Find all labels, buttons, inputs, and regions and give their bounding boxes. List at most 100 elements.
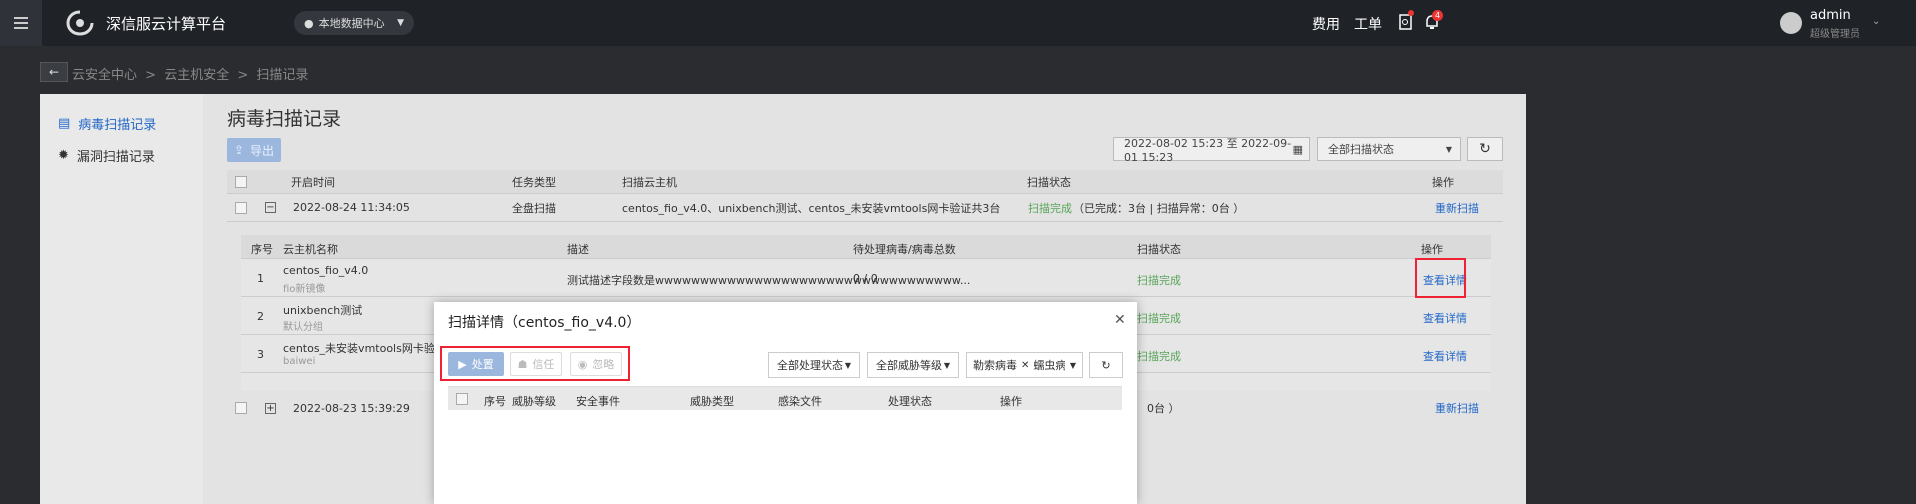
row-host-sub: fio新镜像 xyxy=(283,284,326,295)
sub-table-header: 序号 云主机名称 描述 待处理病毒/病毒总数 扫描状态 操作 xyxy=(241,235,1491,259)
col-header: 操作 xyxy=(1000,395,1022,408)
chevron-down-icon: ▼ xyxy=(1445,144,1452,154)
chevron-down-icon: ▼ xyxy=(397,18,404,28)
date-range-value: 2022-08-02 15:23 至 2022-09-01 15:23 xyxy=(1124,136,1292,164)
chevron-down-icon: ▼ xyxy=(844,360,851,370)
avatar[interactable] xyxy=(1780,12,1802,34)
rescan-link[interactable]: 重新扫描 xyxy=(1435,400,1479,416)
document-icon: ▤ xyxy=(58,115,71,131)
col-header: 扫描状态 xyxy=(1027,175,1071,189)
virus-tag: 蠕虫病毒 xyxy=(1033,359,1066,372)
export-label: 导出 xyxy=(250,143,275,158)
datacenter-select[interactable]: ● 本地数据中心 ▼ xyxy=(294,11,414,35)
dispose-button[interactable]: ▶ 处置 xyxy=(448,352,504,376)
scan-status-value: 全部扫描状态 xyxy=(1328,143,1394,156)
breadcrumb-item[interactable]: 云安全中心 xyxy=(72,68,137,83)
col-header: 任务类型 xyxy=(512,175,556,189)
process-status-select[interactable]: 全部处理状态 ▼ xyxy=(768,352,860,378)
select-all-checkbox[interactable] xyxy=(456,393,468,405)
sidebar-item-label: 病毒扫描记录 xyxy=(78,117,157,133)
select-all-checkbox[interactable] xyxy=(235,175,247,188)
highlight-box xyxy=(1415,258,1466,298)
refresh-icon: ↻ xyxy=(1101,358,1111,372)
virus-type-select[interactable]: 勒索病毒 ✕ 蠕虫病毒 ▼ xyxy=(966,352,1083,378)
view-detail-link[interactable]: 查看详情 xyxy=(1423,310,1467,326)
row-host-name: unixbench测试 xyxy=(283,304,363,317)
datacenter-label: 本地数据中心 xyxy=(318,17,385,30)
modal-title: 扫描详情（centos_fio_v4.0） xyxy=(448,315,641,331)
arrow-left-icon: ← xyxy=(48,65,60,79)
breadcrumb-sep: > xyxy=(237,68,249,83)
virus-tag: 勒索病毒 xyxy=(973,359,1017,372)
ticket-link[interactable]: 工单 xyxy=(1354,14,1382,34)
row-host-name: centos_fio_v4.0 xyxy=(283,264,369,277)
scan-status-select[interactable]: 全部扫描状态 ▼ xyxy=(1317,137,1461,161)
bug-icon: ✹ xyxy=(58,147,69,163)
col-header: 操作 xyxy=(1421,243,1443,256)
row-status: 扫描完成 xyxy=(1137,312,1181,325)
collapse-icon[interactable]: − xyxy=(265,202,276,213)
row-status: 扫描完成 xyxy=(1137,350,1181,363)
notification-badge: 4 xyxy=(1432,10,1444,21)
breadcrumb-sep: > xyxy=(145,68,157,83)
breadcrumb-item[interactable]: 云主机安全 xyxy=(164,68,229,83)
close-icon[interactable]: ✕ xyxy=(1114,312,1126,328)
row-no: 1 xyxy=(257,272,264,285)
col-header: 威胁类型 xyxy=(690,395,734,408)
col-header: 处理状态 xyxy=(888,395,932,408)
play-icon: ▶ xyxy=(458,357,467,371)
date-range-picker[interactable]: 2022-08-02 15:23 至 2022-09-01 15:23 ▦ xyxy=(1113,136,1310,164)
col-header: 云主机名称 xyxy=(283,243,338,256)
row-status-detail: （已完成：3台 | 扫描异常：0台 ） xyxy=(1073,201,1245,215)
eye-icon: ◉ xyxy=(577,357,588,371)
menu-icon[interactable] xyxy=(0,0,42,46)
row-hosts: centos_fio_v4.0、unixbench测试、centos_未安装vm… xyxy=(622,201,1001,215)
row-status: 扫描完成 xyxy=(1028,201,1072,215)
modal-refresh-button[interactable]: ↻ xyxy=(1089,352,1123,378)
scan-detail-modal: 扫描详情（centos_fio_v4.0） ✕ ▶ 处置 ☗ 信任 ◉ 忽略 全… xyxy=(434,302,1137,504)
export-button[interactable]: ⇪ 导出 xyxy=(227,138,281,162)
trust-label: 信任 xyxy=(532,358,555,371)
col-header: 扫描云主机 xyxy=(622,175,677,189)
rescan-link[interactable]: 重新扫描 xyxy=(1435,200,1479,216)
modal-table-header: 序号 威胁等级 安全事件 威胁类型 感染文件 处理状态 操作 xyxy=(448,386,1122,410)
close-icon[interactable]: ✕ xyxy=(1021,360,1029,371)
row-time: 2022-08-23 15:39:29 xyxy=(293,401,410,415)
handshake-icon: ☗ xyxy=(517,357,528,371)
expand-icon[interactable]: + xyxy=(265,402,276,414)
page-title: 病毒扫描记录 xyxy=(227,108,342,130)
sidebar-item-vuln-scan[interactable]: ✹ 漏洞扫描记录 xyxy=(40,136,203,174)
row-time: 2022-08-24 11:34:05 xyxy=(293,201,410,214)
row-desc: 测试描述字段数是wwwwwwwwwwwwwwwwwwwwwwwwwwwwwwww… xyxy=(567,274,971,287)
location-pin-icon: ● xyxy=(304,16,314,30)
chevron-down-icon: ▼ xyxy=(1069,360,1076,370)
row-type: 全盘扫描 xyxy=(512,201,556,215)
user-name[interactable]: admin xyxy=(1810,8,1851,23)
col-header: 描述 xyxy=(567,243,589,256)
row-checkbox[interactable] xyxy=(235,201,247,214)
cost-link[interactable]: 费用 xyxy=(1312,14,1340,34)
dispose-label: 处置 xyxy=(471,358,494,371)
refresh-button[interactable]: ↻ xyxy=(1467,137,1503,161)
trust-button[interactable]: ☗ 信任 xyxy=(510,352,562,376)
ignore-button[interactable]: ◉ 忽略 xyxy=(570,352,622,376)
row-host-name: centos_未安装vmtools网卡验证 xyxy=(283,342,446,355)
dot-badge xyxy=(1408,10,1414,16)
col-header: 序号 xyxy=(251,243,273,256)
breadcrumb: 云安全中心 > 云主机安全 > 扫描记录 xyxy=(72,64,312,83)
ignore-label: 忽略 xyxy=(592,358,615,371)
row-count: 0 / 0 xyxy=(853,272,878,285)
view-detail-link[interactable]: 查看详情 xyxy=(1423,348,1467,364)
col-header: 序号 xyxy=(484,395,506,408)
chevron-down-icon[interactable]: ⌄ xyxy=(1872,16,1880,27)
threat-level-value: 全部威胁等级 xyxy=(876,359,942,372)
export-icon: ⇪ xyxy=(233,143,245,157)
sidebar-item-label: 漏洞扫描记录 xyxy=(76,149,155,165)
logo-icon xyxy=(66,10,94,36)
col-header: 扫描状态 xyxy=(1137,243,1181,256)
row-checkbox[interactable] xyxy=(235,402,247,414)
threat-level-select[interactable]: 全部威胁等级 ▼ xyxy=(867,352,959,378)
row-status-detail: 0台 ） xyxy=(1147,402,1180,415)
back-button[interactable]: ← xyxy=(40,62,68,82)
col-header: 感染文件 xyxy=(778,395,822,408)
